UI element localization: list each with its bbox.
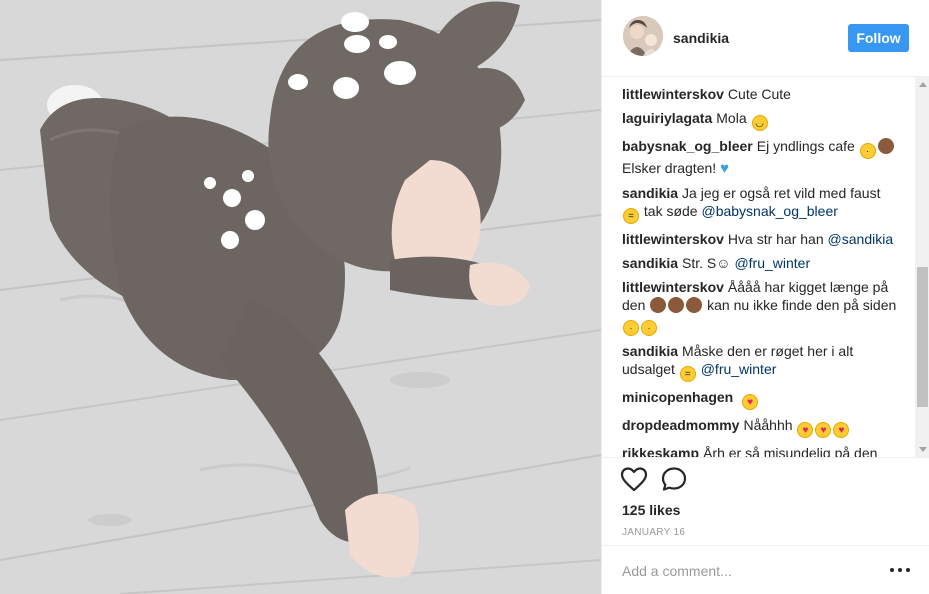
- comment-item: littlewinterskov Åååå har kigget længe på…: [622, 278, 906, 336]
- post-actions: 125 likes JANUARY 16: [602, 457, 929, 545]
- comment-text: Ja jeg er også ret vild med faust: [682, 185, 881, 201]
- heart-eyes-emoji-icon: ♥: [833, 422, 850, 438]
- post-side-panel: sandikia Follow littlewinterskov Cute Cut…: [601, 0, 929, 594]
- more-dots-icon[interactable]: [890, 564, 910, 576]
- comment-item: rikkeskampÅrh er så misundelig på den dr…: [622, 444, 906, 457]
- comment-username[interactable]: babysnak_og_bleer: [622, 138, 753, 154]
- grimace-emoji-icon: =: [679, 366, 696, 382]
- post-photo[interactable]: [0, 0, 601, 594]
- comment-text-2: Elsker dragten!: [622, 160, 717, 176]
- comment-text-2: kan nu ikke finde den på siden: [707, 297, 897, 313]
- post-date[interactable]: JANUARY 16: [622, 527, 685, 538]
- comment-username[interactable]: dropdeadmommy: [622, 417, 739, 433]
- see-no-evil-monkey-icon: [877, 138, 894, 154]
- scroll-up-arrow-icon[interactable]: [915, 77, 929, 92]
- comment-text: Cute Cute: [727, 86, 791, 102]
- post-header: sandikia Follow: [602, 0, 929, 77]
- flushed-emoji-icon: ·: [623, 320, 639, 336]
- comment-item: littlewinterskov Cute Cute: [622, 85, 906, 103]
- flushed-emoji-icon: ·: [641, 320, 657, 336]
- speech-bubble-icon[interactable]: [660, 466, 688, 492]
- comment-mention[interactable]: @fru_winter: [734, 255, 810, 271]
- see-no-evil-monkey-icon: [650, 297, 667, 313]
- comment-list: littlewinterskov Cute Cute laguiriylagata…: [622, 85, 906, 457]
- comment-username[interactable]: sandikia: [622, 185, 678, 201]
- avatar-icon: [623, 16, 663, 56]
- comment-item: laguiriylagata Mola ◡: [622, 109, 906, 131]
- comment-username[interactable]: littlewinterskov: [622, 279, 724, 295]
- likes-count[interactable]: 125 likes: [622, 502, 680, 518]
- comment-item: sandikia Måske den er røget her i alt uds…: [622, 342, 906, 382]
- add-comment-bar: [602, 545, 929, 594]
- scrollbar-thumb[interactable]: [917, 267, 928, 407]
- add-comment-input[interactable]: [622, 561, 872, 581]
- comment-item: littlewinterskov Hva str har han @sandiki…: [622, 230, 906, 248]
- follow-button[interactable]: Follow: [848, 24, 909, 52]
- blue-heart-icon: ♥: [720, 160, 729, 177]
- comment-text: Ej yndlings cafe: [756, 138, 855, 154]
- comment-item: dropdeadmommy Nååhhh ♥ ♥ ♥: [622, 416, 906, 438]
- comment-username[interactable]: laguiriylagata: [622, 110, 712, 126]
- comment-text: Str. S☺: [682, 255, 731, 271]
- comment-mention[interactable]: @babysnak_og_bleer: [701, 203, 837, 219]
- comment-username[interactable]: sandikia: [622, 255, 678, 271]
- comment-item: babysnak_og_bleer Ej yndlings cafe · Elsk…: [622, 137, 906, 178]
- comment-username[interactable]: littlewinterskov: [622, 231, 724, 247]
- comment-text: Mola: [716, 110, 747, 126]
- flushed-emoji-icon: ·: [859, 143, 876, 159]
- comment-username[interactable]: littlewinterskov: [622, 86, 724, 102]
- see-no-evil-monkey-icon: [686, 297, 703, 313]
- heart-outline-icon[interactable]: [620, 466, 648, 492]
- see-no-evil-monkey-icon: [668, 297, 685, 313]
- comment-item: sandikia Str. S☺ @fru_winter: [622, 254, 906, 272]
- comments-section[interactable]: littlewinterskov Cute Cute laguiriylagata…: [602, 77, 929, 457]
- comment-username[interactable]: sandikia: [622, 343, 678, 359]
- heart-eyes-emoji-icon: ♥: [815, 422, 832, 438]
- heart-eyes-emoji-icon: ♥: [742, 394, 759, 410]
- scroll-down-arrow-icon[interactable]: [915, 442, 929, 457]
- photo-illustration: [0, 0, 601, 594]
- heart-eyes-emoji-icon: ♥: [797, 422, 814, 438]
- comment-username[interactable]: minicopenhagen: [622, 389, 733, 405]
- smile-emoji-icon: ◡: [751, 115, 768, 131]
- comment-item: sandikia Ja jeg er også ret vild med faus…: [622, 184, 906, 224]
- comment-text: Nååhhh: [743, 417, 793, 433]
- post-username[interactable]: sandikia: [673, 30, 729, 46]
- comment-text-2: tak søde: [643, 203, 698, 219]
- comment-mention[interactable]: @fru_winter: [701, 361, 777, 377]
- grimace-emoji-icon: =: [623, 208, 639, 224]
- comment-item: minicopenhagen ♥: [622, 388, 906, 410]
- comment-mention[interactable]: @sandikia: [828, 231, 894, 247]
- comment-text: Hva str har han: [727, 231, 824, 247]
- comments-scrollbar[interactable]: [915, 77, 929, 457]
- avatar[interactable]: [623, 16, 663, 56]
- comment-username[interactable]: rikkeskamp: [622, 445, 699, 457]
